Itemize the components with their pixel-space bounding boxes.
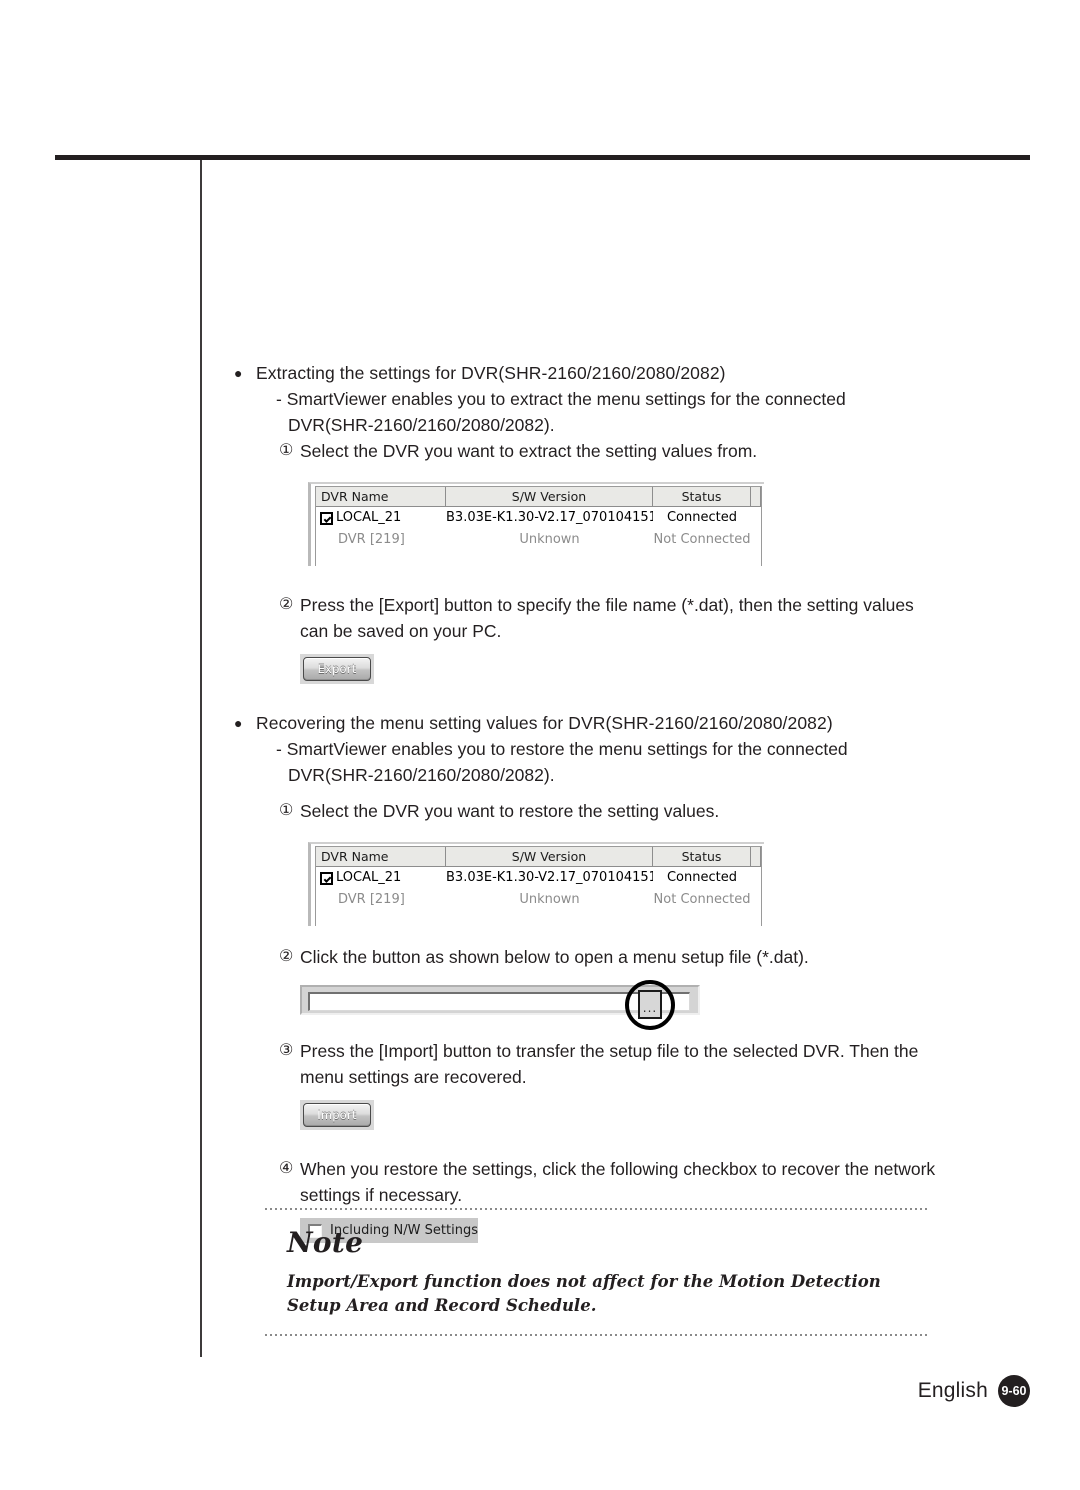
page-content: ● Extracting the settings for DVR(SHR-21…: [232, 360, 1032, 1243]
step-number-3-icon: ③: [279, 1042, 294, 1059]
table-row[interactable]: DVR [219] Unknown Not Connected: [316, 889, 761, 911]
import-button-label: Import: [303, 1103, 371, 1127]
recover-step-1: ① Select the DVR you want to restore the…: [279, 798, 939, 824]
dvr-name-cell[interactable]: DVR [219]: [316, 890, 446, 910]
table-row[interactable]: DVR [219] Unknown Not Connected: [316, 529, 761, 551]
dvr-list-inner: DVR Name S/W Version Status LOCAL_21 B3.…: [315, 486, 762, 566]
recover-step-1-text: Select the DVR you want to restore the s…: [300, 801, 720, 821]
recover-step-3-text: Press the [Import] button to transfer th…: [300, 1041, 919, 1087]
step-number-4-icon: ④: [279, 1160, 294, 1177]
column-header-dvr-name[interactable]: DVR Name: [316, 487, 446, 506]
note-top-divider: [265, 1208, 930, 1210]
recover-step-4: ④ When you restore the settings, click t…: [279, 1156, 939, 1208]
table-row[interactable]: LOCAL_21 B3.03E-K1.30-V2.17_0701041514 C…: [316, 507, 761, 529]
step-number-2-icon: ②: [279, 596, 294, 613]
page-side-rule: [200, 160, 202, 1357]
extract-step-2: ② Press the [Export] button to specify t…: [279, 592, 939, 644]
footer-language-label: English: [917, 1379, 988, 1402]
column-header-sw-version[interactable]: S/W Version: [446, 487, 653, 506]
recover-step-4-text: When you restore the settings, click the…: [300, 1159, 936, 1205]
recover-step-2: ② Click the button as shown below to ope…: [279, 944, 939, 970]
column-header-status[interactable]: Status: [653, 847, 751, 866]
extract-step-1-text: Select the DVR you want to extract the s…: [300, 441, 758, 461]
dvr-list-table-export[interactable]: DVR Name S/W Version Status LOCAL_21 B3.…: [308, 482, 764, 566]
dvr-version-cell: Unknown: [519, 892, 580, 907]
browse-file-button[interactable]: ...: [638, 990, 662, 1019]
dvr-version-cell: Unknown: [519, 532, 580, 547]
footer-page-number-badge: 9-60: [998, 1375, 1030, 1407]
recover-bullet-line: ● Recovering the menu setting values for…: [232, 710, 1032, 736]
extract-dash-text: - SmartViewer enables you to extract the…: [276, 389, 846, 435]
dvr-version-cell: B3.03E-K1.30-V2.17_0701041514: [446, 510, 653, 525]
dvr-name-label: LOCAL_21: [336, 510, 402, 525]
dvr-status-cell: Not Connected: [653, 892, 751, 907]
dvr-status-cell: Connected: [666, 870, 737, 885]
dvr-status-cell: Not Connected: [653, 532, 751, 547]
section-extracting-settings: ● Extracting the settings for DVR(SHR-21…: [232, 360, 1032, 684]
dvr-table-header-row: DVR Name S/W Version Status: [316, 487, 761, 507]
extract-step-2-text: Press the [Export] button to specify the…: [300, 595, 914, 641]
extract-step-1: ① Select the DVR you want to extract the…: [279, 438, 939, 464]
column-header-extra[interactable]: [751, 847, 761, 866]
dvr-name-cell[interactable]: DVR [219]: [316, 530, 446, 550]
note-bottom-divider: [265, 1334, 930, 1336]
dvr-status-cell: Connected: [666, 510, 737, 525]
bullet-dot-icon: ●: [234, 365, 243, 381]
import-button[interactable]: Import: [300, 1100, 374, 1130]
extract-bullet-text: Extracting the settings for DVR(SHR-2160…: [256, 363, 726, 383]
bullet-dot-icon: ●: [234, 715, 243, 731]
setup-file-path-row: ...: [300, 980, 702, 1030]
column-header-dvr-name[interactable]: DVR Name: [316, 847, 446, 866]
page-footer: English 9-60: [0, 1375, 1030, 1407]
row-checkbox-checked-icon[interactable]: [320, 511, 333, 525]
step-number-1-icon: ①: [279, 442, 294, 459]
dvr-list-inner: DVR Name S/W Version Status LOCAL_21 B3.…: [315, 846, 762, 926]
recover-bullet-text: Recovering the menu setting values for D…: [256, 713, 833, 733]
column-header-extra[interactable]: [751, 487, 761, 506]
step-number-2-icon: ②: [279, 948, 294, 965]
dvr-version-cell: B3.03E-K1.30-V2.17_0701041514: [446, 870, 653, 885]
row-checkbox-checked-icon[interactable]: [320, 871, 333, 885]
note-callout: Note Import/Export function does not aff…: [265, 1208, 930, 1336]
dvr-table-header-row: DVR Name S/W Version Status: [316, 847, 761, 867]
recover-step-2-text: Click the button as shown below to open …: [300, 947, 809, 967]
step-number-1-icon: ①: [279, 802, 294, 819]
dvr-list-table-import[interactable]: DVR Name S/W Version Status LOCAL_21 B3.…: [308, 842, 764, 926]
section-recovering-settings: ● Recovering the menu setting values for…: [232, 710, 1032, 1243]
recover-dash-text: - SmartViewer enables you to restore the…: [276, 739, 848, 785]
dvr-name-cell[interactable]: LOCAL_21: [316, 508, 446, 528]
recover-step-3: ③ Press the [Import] button to transfer …: [279, 1038, 939, 1090]
dvr-name-cell[interactable]: LOCAL_21: [316, 868, 446, 888]
export-button[interactable]: Export: [300, 654, 374, 684]
export-button-label: Export: [303, 657, 371, 681]
column-header-status[interactable]: Status: [653, 487, 751, 506]
note-body-text: Import/Export function does not affect f…: [287, 1272, 881, 1315]
dvr-name-label: LOCAL_21: [336, 870, 402, 885]
table-row[interactable]: LOCAL_21 B3.03E-K1.30-V2.17_0701041514 C…: [316, 867, 761, 889]
extract-bullet-line: ● Extracting the settings for DVR(SHR-21…: [232, 360, 1032, 386]
note-title: Note: [287, 1226, 364, 1259]
browse-button-label: ...: [642, 1001, 658, 1015]
column-header-sw-version[interactable]: S/W Version: [446, 847, 653, 866]
